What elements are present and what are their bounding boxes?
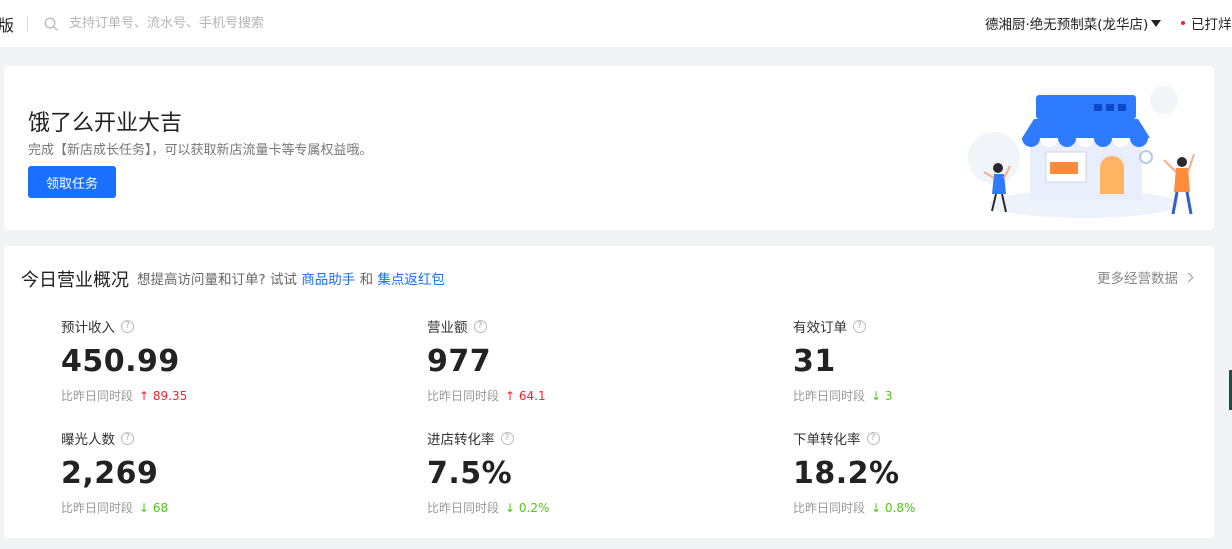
metric-label: 曝光人数 xyxy=(61,432,115,448)
hint-text: 想提高访问量和订单? 试试 xyxy=(137,272,297,288)
help-icon[interactable]: ? xyxy=(853,319,866,333)
store-illustration xyxy=(968,86,1195,218)
shop-status-label: 已打烊 xyxy=(1191,17,1232,33)
metric-label: 有效订单 xyxy=(793,320,847,336)
compare-label: 比昨日同时段 xyxy=(793,389,866,403)
help-icon[interactable]: ? xyxy=(500,431,514,445)
help-icon[interactable]: ? xyxy=(866,431,880,445)
divider xyxy=(27,16,29,31)
overview-hint: 想提高访问量和订单? 试试 商品助手 和 集点返红包 xyxy=(137,268,445,288)
banner-title: 饿了么开业大吉 xyxy=(28,111,183,136)
more-link-label: 更多经营数据 xyxy=(1097,271,1178,287)
metric-delta: ↓ 0.2% xyxy=(505,500,550,515)
product-assistant-link[interactable]: 商品助手 xyxy=(301,272,355,288)
hint-and: 和 xyxy=(359,272,374,288)
compare-label: 比昨日同时段 xyxy=(61,389,134,403)
metric-value: 450.99 xyxy=(61,344,180,379)
compare-label: 比昨日同时段 xyxy=(793,501,866,515)
metric-label: 预计收入 xyxy=(61,320,115,336)
banner-description: 完成【新店成长任务】，可以获取新店流量卡等专属权益哦。 xyxy=(28,143,373,158)
metric-value: 977 xyxy=(427,344,492,379)
shop-status[interactable]: 已打烊 xyxy=(1181,13,1232,33)
store-name: 德湘厨·绝无预制菜(龙华店) xyxy=(985,17,1149,33)
metric-label: 进店转化率 xyxy=(427,432,495,448)
red-dot-icon xyxy=(1181,21,1185,25)
caret-down-icon xyxy=(1151,19,1162,27)
top-bar: 版 德湘厨·绝无预制菜(龙华店) 已打烊 xyxy=(0,0,1232,47)
compare-label: 比昨日同时段 xyxy=(61,501,134,515)
compare-label: 比昨日同时段 xyxy=(427,389,500,403)
today-overview: 今日营业概况 想提高访问量和订单? 试试 商品助手 和 集点返红包 更多经营数据… xyxy=(4,246,1214,538)
store-switcher[interactable]: 德湘厨·绝无预制菜(龙华店) xyxy=(985,13,1162,33)
metric-valid-orders: 有效订单? 31 比昨日同时段 ↓ 3 xyxy=(793,317,1093,404)
metric-delta: ↑ 89.35 xyxy=(139,388,188,403)
search-input[interactable] xyxy=(69,16,370,31)
brand-title-fragment: 版 xyxy=(0,15,15,35)
search-icon[interactable] xyxy=(44,16,60,32)
compare-label: 比昨日同时段 xyxy=(427,501,500,515)
opening-banner: 饿了么开业大吉 完成【新店成长任务】，可以获取新店流量卡等专属权益哦。 领取任务 xyxy=(4,66,1214,230)
metric-delta: ↑ 64.1 xyxy=(505,388,546,403)
points-redpacket-link[interactable]: 集点返红包 xyxy=(377,272,445,288)
metric-delta: ↓ 68 xyxy=(139,500,169,515)
claim-task-button[interactable]: 领取任务 xyxy=(28,166,116,198)
metric-visit-conversion: 进店转化率? 7.5% 比昨日同时段 ↓ 0.2% xyxy=(427,429,727,516)
overview-title: 今日营业概况 xyxy=(21,270,129,291)
metric-label: 营业额 xyxy=(427,320,468,336)
help-icon[interactable]: ? xyxy=(121,431,134,445)
metric-turnover: 营业额? 977 比昨日同时段 ↑ 64.1 xyxy=(427,317,727,404)
metric-expected-income: 预计收入? 450.99 比昨日同时段 ↑ 89.35 xyxy=(61,317,361,404)
metric-value: 18.2% xyxy=(793,456,900,491)
metric-delta: ↓ 3 xyxy=(871,388,893,403)
more-business-data-link[interactable]: 更多经营数据 xyxy=(1097,267,1194,287)
metric-label: 下单转化率 xyxy=(793,432,861,448)
metric-value: 7.5% xyxy=(427,456,513,491)
help-icon[interactable]: ? xyxy=(121,319,134,333)
metric-value: 2,269 xyxy=(61,456,159,491)
help-icon[interactable]: ? xyxy=(473,319,487,333)
metric-order-conversion: 下单转化率? 18.2% 比昨日同时段 ↓ 0.8% xyxy=(793,429,1093,516)
chevron-right-icon xyxy=(1183,272,1194,282)
metric-value: 31 xyxy=(793,344,836,379)
metric-exposure: 曝光人数? 2,269 比昨日同时段 ↓ 68 xyxy=(61,429,361,516)
metric-delta: ↓ 0.8% xyxy=(871,500,916,515)
